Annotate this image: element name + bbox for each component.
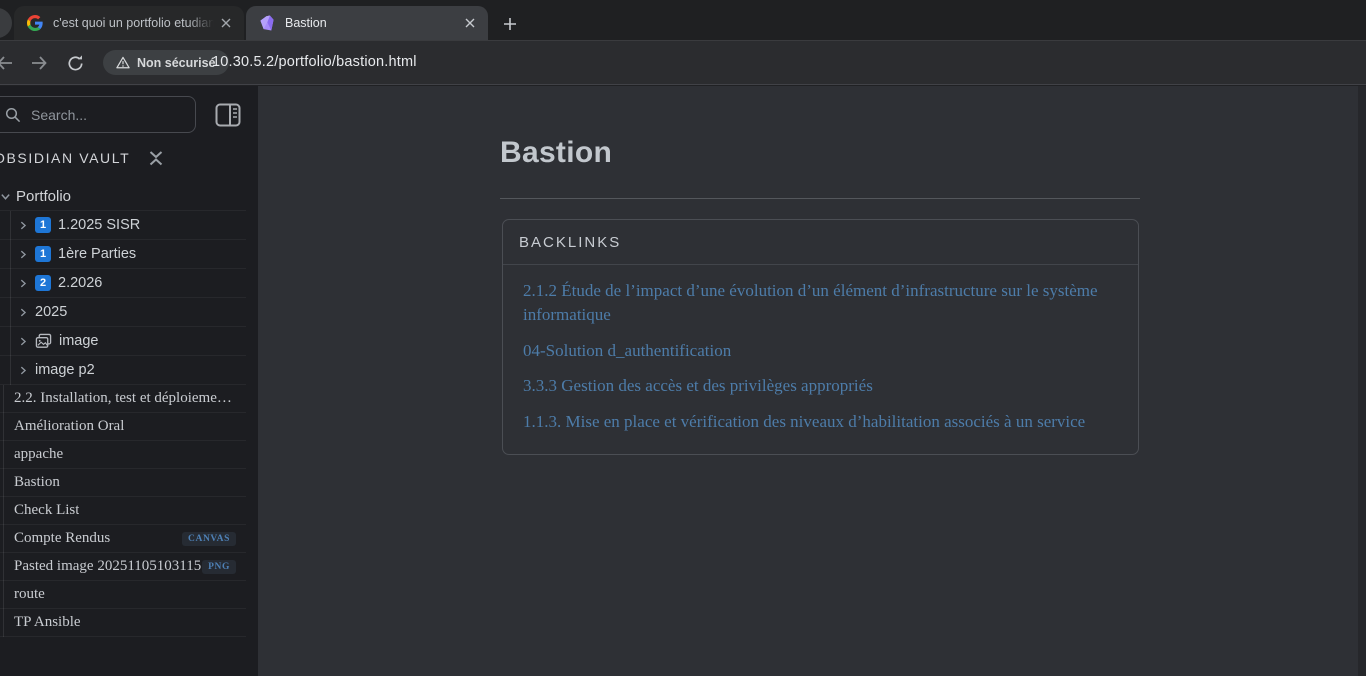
security-chip-label: Non sécurisé: [137, 56, 216, 70]
file-label: Amélioration Oral: [14, 418, 124, 435]
file-item[interactable]: route: [0, 581, 246, 609]
security-chip[interactable]: Non sécurisé: [103, 50, 229, 75]
close-icon[interactable]: [217, 14, 235, 32]
new-tab-icon[interactable]: [496, 10, 524, 38]
file-label: route: [14, 586, 45, 603]
folder-item[interactable]: 1 1ère Parties: [0, 240, 246, 269]
folder-label: 2025: [35, 304, 67, 320]
chevron-right-icon: [18, 278, 28, 289]
file-label: TP Ansible: [14, 614, 81, 631]
close-icon[interactable]: [461, 14, 479, 32]
folder-number-badge: 2: [35, 275, 51, 291]
chevron-right-icon: [18, 336, 28, 347]
address-bar-url[interactable]: 10.30.5.2/portfolio/bastion.html: [212, 50, 417, 75]
panel-toggle-icon[interactable]: [213, 100, 242, 129]
folder-item[interactable]: 1 1.2025 SISR: [0, 211, 246, 240]
file-label: 2.2. Installation, test et déploiement …: [14, 390, 239, 407]
file-item[interactable]: appache: [0, 441, 246, 469]
backlink[interactable]: 1.1.3. Mise en place et vérification des…: [523, 410, 1118, 434]
title-divider: [500, 198, 1140, 199]
tab-bastion[interactable]: Bastion: [246, 6, 488, 40]
file-label: Pasted image 20251105103115: [14, 558, 201, 575]
scrollbar[interactable]: [1358, 86, 1366, 676]
page-content: OBSIDIAN VAULT Portfolio: [0, 86, 1366, 676]
folder-number-badge: 1: [35, 217, 51, 233]
google-favicon: [27, 15, 43, 31]
file-item[interactable]: 2.2. Installation, test et déploiement …: [0, 385, 246, 413]
collapse-all-icon[interactable]: [147, 148, 165, 168]
search-box[interactable]: [0, 96, 196, 133]
backlink[interactable]: 2.1.2 Étude de l’impact d’une évolution …: [523, 279, 1118, 327]
search-icon: [5, 107, 21, 123]
tab-search-button[interactable]: [0, 8, 12, 38]
file-label: appache: [14, 446, 63, 463]
tab-title: c'est quoi un portfolio etudiant: [53, 16, 217, 30]
file-item[interactable]: Compte Rendus CANVAS: [0, 525, 246, 553]
backlinks-list: 2.1.2 Étude de l’impact d’une évolution …: [503, 265, 1138, 454]
warning-icon: [116, 56, 130, 69]
browser-toolbar: Non sécurisé 10.30.5.2/portfolio/bastion…: [0, 40, 1366, 85]
folder-number-badge: 1: [35, 246, 51, 262]
file-label: Check List: [14, 502, 79, 519]
obsidian-favicon: [259, 15, 275, 31]
file-type-badge: CANVAS: [182, 532, 236, 546]
reload-icon[interactable]: [62, 50, 88, 76]
folder-label: 1ère Parties: [58, 246, 136, 262]
chevron-right-icon: [18, 249, 28, 260]
tab-strip: c'est quoi un portfolio etudiant Bastion: [0, 0, 1366, 40]
chevron-right-icon: [18, 365, 28, 376]
file-type-badge: PNG: [202, 560, 236, 574]
search-input[interactable]: [31, 107, 171, 123]
file-tree: Portfolio 1 1.2025 SISR: [0, 182, 246, 637]
file-label: Compte Rendus: [14, 530, 110, 547]
backlink[interactable]: 3.3.3 Gestion des accès et des privilège…: [523, 374, 1118, 398]
folder-item[interactable]: image p2: [0, 356, 246, 385]
vault-title: OBSIDIAN VAULT: [0, 150, 130, 166]
tab-portfolio-search[interactable]: c'est quoi un portfolio etudiant: [14, 6, 244, 40]
file-list: 2.2. Installation, test et déploiement ……: [0, 385, 246, 637]
folder-label: image: [59, 333, 99, 349]
vault-header: OBSIDIAN VAULT: [0, 148, 165, 168]
chevron-right-icon: [18, 220, 28, 231]
folder-item[interactable]: 2 2.2026: [0, 269, 246, 298]
vault-sidebar: OBSIDIAN VAULT Portfolio: [0, 86, 258, 676]
file-item[interactable]: TP Ansible: [0, 609, 246, 637]
chevron-down-icon: [0, 191, 11, 202]
file-item[interactable]: Amélioration Oral: [0, 413, 246, 441]
backlink[interactable]: 04-Solution d_authentification: [523, 339, 1118, 363]
backlinks-panel: BACKLINKS 2.1.2 Étude de l’impact d’une …: [502, 219, 1139, 455]
file-item[interactable]: Check List: [0, 497, 246, 525]
backlinks-header: BACKLINKS: [503, 220, 1138, 265]
image-icon: [35, 333, 52, 350]
folder-label: 2.2026: [58, 275, 102, 291]
folder-label: Portfolio: [16, 188, 71, 205]
folder-item[interactable]: image: [0, 327, 246, 356]
page-title: Bastion: [500, 136, 612, 170]
folder-item[interactable]: 2025: [0, 298, 246, 327]
file-item[interactable]: Pasted image 20251105103115 PNG: [0, 553, 246, 581]
forward-icon[interactable]: [26, 50, 52, 76]
back-icon[interactable]: [0, 50, 18, 76]
chevron-right-icon: [18, 307, 28, 318]
tab-title: Bastion: [285, 16, 461, 30]
folder-list: 1 1.2025 SISR 1 1ère Parties: [0, 211, 246, 385]
folder-item-portfolio[interactable]: Portfolio: [0, 182, 246, 211]
folder-label: 1.2025 SISR: [58, 217, 140, 233]
browser-window: c'est quoi un portfolio etudiant Bastion: [0, 0, 1366, 676]
file-label: Bastion: [14, 474, 60, 491]
folder-label: image p2: [35, 362, 95, 378]
file-item[interactable]: Bastion: [0, 469, 246, 497]
